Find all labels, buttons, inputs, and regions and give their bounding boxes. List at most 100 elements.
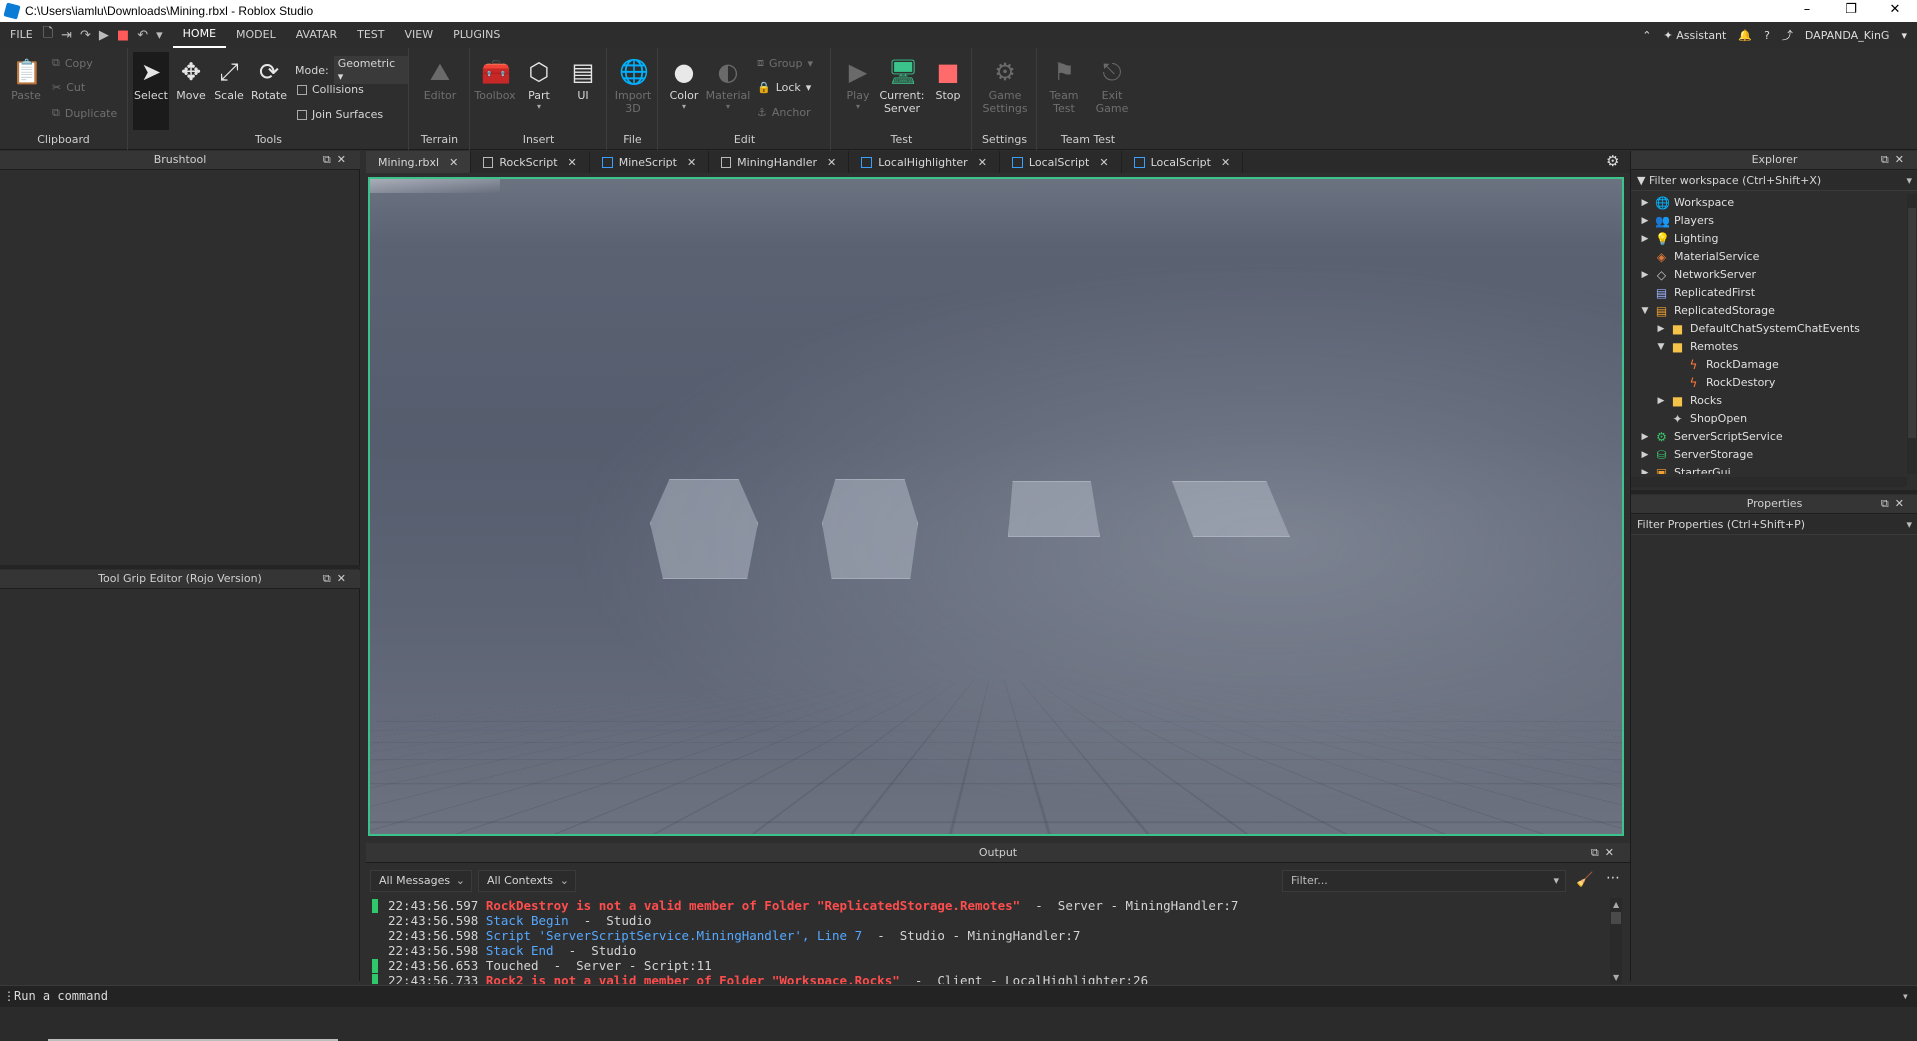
expand-arrow-icon[interactable]: ▶ [1639, 212, 1651, 230]
close-panel-icon[interactable]: ✕ [1895, 153, 1910, 166]
new-file-icon[interactable]: 🗋 [43, 24, 53, 46]
explorer-item-rockdestory[interactable]: ϟ RockDestory [1631, 374, 1776, 392]
expand-arrow-icon[interactable]: ▶ [1639, 428, 1651, 446]
paste-button[interactable]: 📋 Paste [6, 58, 46, 102]
menu-view[interactable]: VIEW [394, 22, 443, 48]
menu-file[interactable]: FILE [0, 22, 43, 48]
stop-button[interactable]: ■ Stop [928, 58, 968, 102]
chevron-down-icon[interactable]: ▾ [1902, 986, 1909, 1007]
anchor-button[interactable]: ⚓ Anchor [757, 106, 811, 119]
explorer-item-materialservice[interactable]: ◈ MaterialService [1631, 248, 1759, 266]
expand-arrow-icon[interactable]: ▶ [1639, 464, 1651, 474]
team-test-button[interactable]: ⚑ Team Test [1042, 58, 1086, 115]
explorer-item-startergui[interactable]: ▶ ▣ StarterGui [1631, 464, 1731, 474]
rock-part[interactable] [822, 479, 918, 579]
explorer-filter-input[interactable]: ▼ Filter workspace (Ctrl+Shift+X) ▾ [1631, 171, 1917, 191]
explorer-scrollbar[interactable] [1907, 194, 1917, 474]
tab-mining.rbxl[interactable]: Mining.rbxl ✕ [366, 151, 472, 173]
game-settings-button[interactable]: ⚙ Game Settings [979, 58, 1031, 115]
stop-quick-icon[interactable]: ■ [117, 28, 129, 43]
explorer-item-serverscriptservice[interactable]: ▶ ⚙ ServerScriptService [1631, 428, 1783, 446]
lock-button[interactable]: 🔒 Lock ▾ [757, 81, 811, 94]
close-tab-icon[interactable]: ✕ [687, 156, 696, 169]
terrain-editor-button[interactable]: ⛰ Editor [416, 58, 464, 102]
tab-mininghandler[interactable]: MiningHandler ✕ [709, 151, 850, 173]
menu-avatar[interactable]: AVATAR [286, 22, 347, 48]
panel-splitter[interactable] [1631, 490, 1917, 494]
explorer-item-lighting[interactable]: ▶ 💡 Lighting [1631, 230, 1719, 248]
color-dropdown-icon[interactable]: ▾ [663, 102, 705, 111]
explorer-item-replicatedstorage[interactable]: ▼ ▤ ReplicatedStorage [1631, 302, 1775, 320]
close-tab-icon[interactable]: ✕ [978, 156, 987, 169]
close-tab-icon[interactable]: ✕ [1221, 156, 1230, 169]
tab-rockscript[interactable]: RockScript ✕ [471, 151, 590, 173]
scale-tool-button[interactable]: ⤢ Scale [211, 58, 247, 102]
collapse-ribbon-icon[interactable]: ⌃ [1642, 29, 1651, 42]
tab-minescript[interactable]: MineScript ✕ [590, 151, 710, 173]
expand-arrow-icon[interactable]: ▶ [1655, 392, 1667, 410]
play-dropdown-icon[interactable]: ▾ [838, 102, 878, 111]
undock-icon[interactable]: ⧉ [1881, 153, 1895, 166]
rotate-tool-button[interactable]: ⟳ Rotate [249, 58, 289, 102]
scrollbar-thumb[interactable] [1611, 912, 1621, 924]
message-filter-dropdown[interactable]: All Messages ⌄ [370, 870, 472, 892]
output-line[interactable]: 22:43:56.598 Stack Begin - Studio [366, 913, 1616, 928]
explorer-item-remotes[interactable]: ▼ ■ Remotes [1631, 338, 1739, 356]
material-button[interactable]: ◐ Material ▾ [705, 58, 751, 111]
redo-icon[interactable]: ↷ [80, 28, 91, 43]
assistant-button[interactable]: ✦ Assistant [1664, 29, 1727, 42]
tab-localscript[interactable]: LocalScript ✕ [1122, 151, 1244, 173]
help-icon[interactable]: ? [1764, 29, 1770, 42]
expanded-arrow-icon[interactable]: ▼ [1655, 338, 1667, 356]
collisions-checkbox[interactable] [297, 84, 307, 95]
clear-output-icon[interactable]: 🧹 [1576, 872, 1593, 888]
properties-filter-input[interactable]: Filter Properties (Ctrl+Shift+P) ▾ [1631, 515, 1917, 535]
join-surfaces-toggle[interactable]: Join Surfaces [297, 108, 383, 121]
expand-arrow-icon[interactable]: ▶ [1655, 320, 1667, 338]
tab-localhighlighter[interactable]: LocalHighlighter ✕ [849, 151, 1000, 173]
part-dropdown-icon[interactable]: ▾ [519, 102, 559, 111]
output-filter-input[interactable]: Filter... ▾ [1282, 870, 1566, 892]
part-button[interactable]: ⬡ Part ▾ [519, 58, 559, 111]
scrollbar-thumb[interactable] [1908, 208, 1916, 438]
expand-arrow-icon[interactable]: ▶ [1639, 230, 1651, 248]
explorer-item-rocks[interactable]: ▶ ■ Rocks [1631, 392, 1723, 410]
copy-button[interactable]: ⧉ Copy [52, 56, 93, 70]
select-tool-button[interactable]: ➤ Select [133, 52, 169, 130]
undock-icon[interactable]: ⧉ [1591, 846, 1605, 859]
panel-splitter[interactable] [0, 565, 360, 569]
close-tab-icon[interactable]: ✕ [827, 156, 836, 169]
context-filter-dropdown[interactable]: All Contexts ⌄ [478, 870, 576, 892]
user-dropdown-icon[interactable]: ▾ [1901, 29, 1907, 42]
close-tab-icon[interactable]: ✕ [1099, 156, 1108, 169]
undock-icon[interactable]: ⧉ [323, 572, 337, 585]
play-button[interactable]: ▶ Play ▾ [838, 58, 878, 111]
rock-part[interactable] [1008, 481, 1100, 537]
close-tab-icon[interactable]: ✕ [449, 156, 458, 169]
close-tab-icon[interactable]: ✕ [568, 156, 577, 169]
explorer-item-workspace[interactable]: ▶ 🌐 Workspace [1631, 194, 1735, 212]
expanded-arrow-icon[interactable]: ▼ [1639, 302, 1651, 320]
toolbox-button[interactable]: 🧰 Toolbox [473, 58, 517, 102]
restore-button[interactable]: ❐ [1829, 0, 1873, 22]
share-icon[interactable]: ⤴ [1782, 27, 1793, 43]
open-file-icon[interactable]: ⇥ [61, 28, 72, 43]
menu-model[interactable]: MODEL [226, 22, 286, 48]
explorer-item-rockdamage[interactable]: ϟ RockDamage [1631, 356, 1779, 374]
expand-arrow-icon[interactable]: ▶ [1639, 446, 1651, 464]
color-button[interactable]: ● Color ▾ [663, 58, 705, 111]
explorer-item-defaultchatsystemchatevents[interactable]: ▶ ■ DefaultChatSystemChatEvents [1631, 320, 1860, 338]
explorer-hscrollbar[interactable] [1631, 477, 1907, 487]
user-name[interactable]: DAPANDA_KinG [1805, 29, 1890, 42]
duplicate-button[interactable]: ⧉ Duplicate [52, 106, 117, 120]
3d-viewport[interactable] [368, 177, 1624, 836]
command-bar[interactable]: ⋮ Run a command ▾ [0, 985, 1917, 1007]
close-window-button[interactable]: ✕ [1873, 0, 1917, 22]
output-line[interactable]: 22:43:56.653 Touched - Server - Script:1… [366, 958, 1616, 973]
expand-arrow-icon[interactable]: ▶ [1639, 266, 1651, 284]
notifications-icon[interactable]: 🔔 [1738, 29, 1752, 42]
scroll-down-icon[interactable]: ▼ [1613, 973, 1619, 982]
quick-access-dropdown-icon[interactable]: ▾ [156, 28, 163, 43]
mode-dropdown[interactable]: Geometric ▾ [333, 56, 408, 84]
explorer-item-networkserver[interactable]: ▶ ◇ NetworkServer [1631, 266, 1756, 284]
